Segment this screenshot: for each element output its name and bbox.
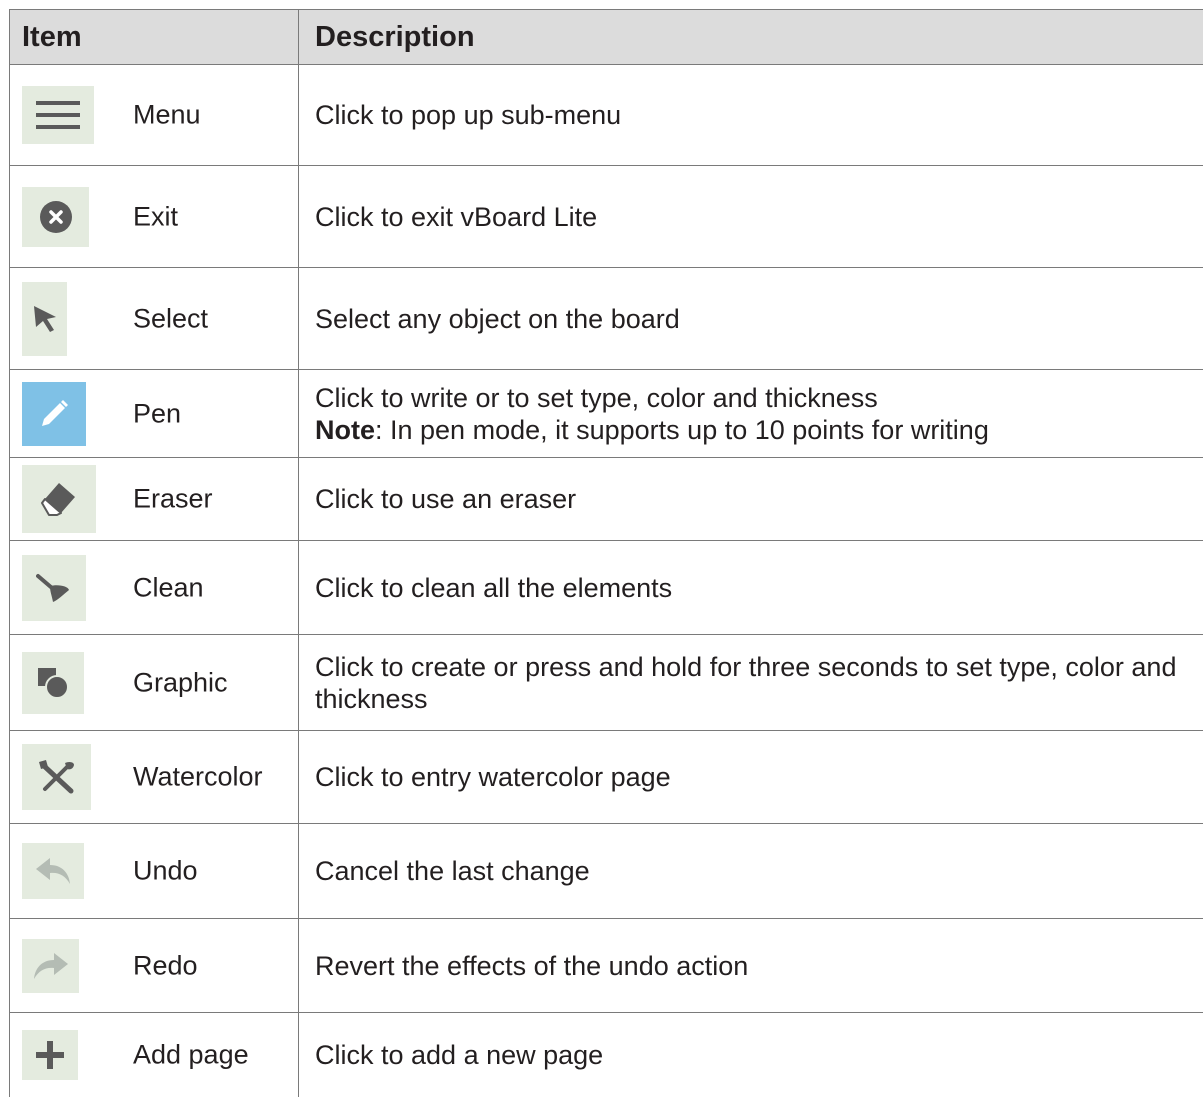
item-label: Eraser [133, 484, 213, 515]
description-cell: Click to use an eraser [299, 458, 1203, 541]
item-cell: Add page [10, 1013, 299, 1097]
table-row: Pen Click to write or to set type, color… [10, 370, 1203, 458]
description-cell: Click to add a new page [299, 1013, 1203, 1097]
description-cell: Click to pop up sub-menu [299, 65, 1203, 166]
item-label: Redo [133, 950, 198, 981]
note-text: : In pen mode, it supports up to 10 poin… [375, 415, 989, 445]
item-cell: Undo [10, 824, 299, 919]
item-cell: Pen [10, 370, 299, 458]
item-label: Graphic [133, 667, 228, 698]
item-cell: Exit [10, 166, 299, 268]
note-line: Note: In pen mode, it supports up to 10 … [315, 414, 1184, 446]
menu-icon [22, 86, 94, 144]
item-label: Clean [133, 572, 204, 603]
item-cell: Graphic [10, 635, 299, 731]
table-row: Menu Click to pop up sub-menu [10, 65, 1203, 166]
item-cell: Watercolor [10, 731, 299, 824]
add-page-icon [22, 1030, 78, 1080]
description-cell: Select any object on the board [299, 268, 1203, 370]
table-row: Add page Click to add a new page [10, 1013, 1203, 1097]
header-description: Description [299, 10, 1203, 65]
header-item: Item [10, 10, 299, 65]
item-cell: Eraser [10, 458, 299, 541]
table-row: Watercolor Click to entry watercolor pag… [10, 731, 1203, 824]
item-cell: Select [10, 268, 299, 370]
redo-icon [22, 939, 79, 993]
eraser-icon [22, 465, 96, 533]
exit-icon [22, 187, 89, 247]
item-label: Pen [133, 398, 181, 429]
description-cell: Cancel the last change [299, 824, 1203, 919]
description-cell: Click to create or press and hold for th… [299, 635, 1203, 731]
table-row: Graphic Click to create or press and hol… [10, 635, 1203, 731]
table-row: Exit Click to exit vBoard Lite [10, 166, 1203, 268]
description-cell: Click to write or to set type, color and… [299, 370, 1203, 458]
clean-brush-icon [22, 555, 86, 621]
undo-icon [22, 843, 84, 899]
item-cell: Menu [10, 65, 299, 166]
item-cell: Clean [10, 541, 299, 635]
table-row: Select Select any object on the board [10, 268, 1203, 370]
note-label: Note [315, 415, 375, 445]
description-text: Click to write or to set type, color and… [315, 382, 1184, 414]
description-cell: Click to exit vBoard Lite [299, 166, 1203, 268]
item-label: Exit [133, 201, 178, 232]
table-row: Eraser Click to use an eraser [10, 458, 1203, 541]
item-label: Menu [133, 100, 201, 131]
item-label: Watercolor [133, 762, 263, 793]
graphic-shapes-icon [22, 652, 84, 714]
item-label: Select [133, 303, 208, 334]
table-row: Redo Revert the effects of the undo acti… [10, 919, 1203, 1013]
description-cell: Click to clean all the elements [299, 541, 1203, 635]
item-label: Add page [133, 1040, 249, 1071]
toolbar-items-table: Item Description Menu Click to pop up su… [9, 9, 1203, 1097]
pen-icon [22, 382, 86, 446]
select-arrow-icon [22, 282, 67, 356]
description-cell: Revert the effects of the undo action [299, 919, 1203, 1013]
item-label: Undo [133, 856, 198, 887]
item-cell: Redo [10, 919, 299, 1013]
watercolor-icon [22, 744, 91, 810]
table-row: Clean Click to clean all the elements [10, 541, 1203, 635]
table-row: Undo Cancel the last change [10, 824, 1203, 919]
description-cell: Click to entry watercolor page [299, 731, 1203, 824]
table-header-row: Item Description [10, 10, 1203, 65]
